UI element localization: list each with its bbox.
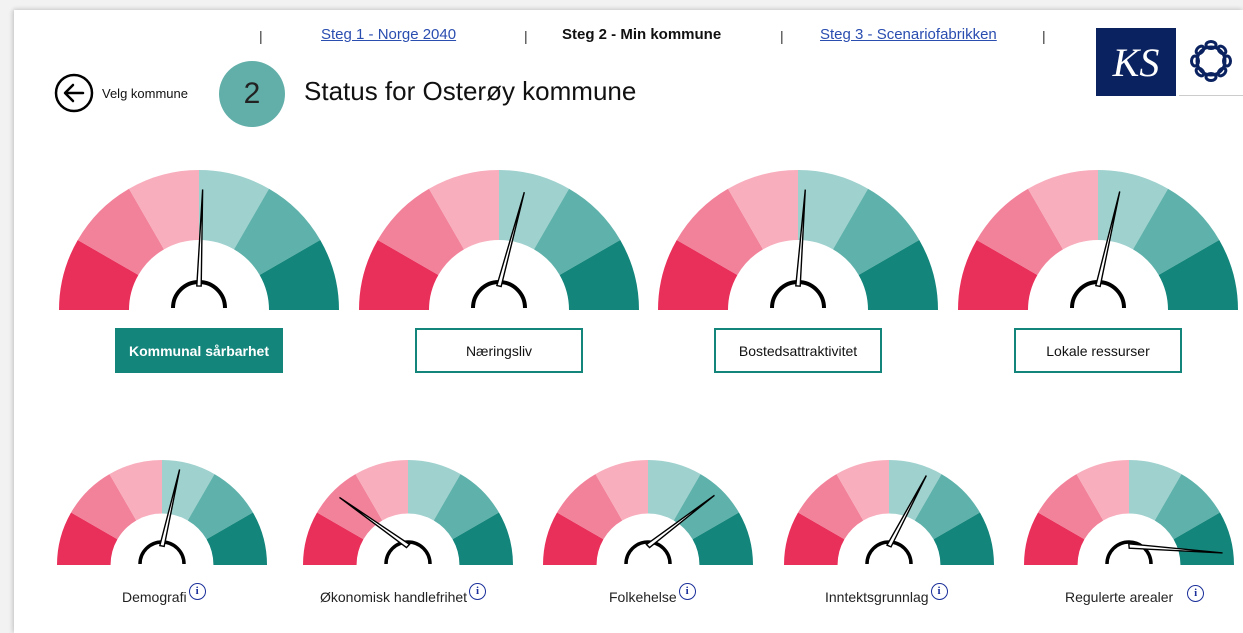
back-label: Velg kommune	[102, 85, 188, 101]
category-button-bostedsattraktivitet[interactable]: Bostedsattraktivitet	[714, 328, 882, 373]
sub-label-folkehelse: Folkehelse i	[609, 583, 696, 605]
step-number-badge: 2	[219, 61, 285, 127]
sub-label-text: Demografi	[122, 589, 187, 605]
nav-separator: |	[1042, 28, 1046, 44]
sub-label-text: Økonomisk handlefrihet	[320, 589, 468, 605]
gauge-main-3	[958, 170, 1238, 310]
app-frame: | Steg 1 - Norge 2040 | Steg 2 - Min kom…	[14, 10, 1243, 633]
category-button-lokale-ressurser[interactable]: Lokale ressurser	[1014, 328, 1182, 373]
gauge-sub-2	[543, 460, 753, 565]
arrow-left-circle-icon	[54, 73, 94, 113]
nav-step2-current: Steg 2 - Min kommune	[562, 26, 722, 43]
sub-label-okonomisk-handlefrihet: Økonomisk handlefrihet i	[320, 583, 487, 605]
ks-logo-text: KS	[1112, 40, 1160, 85]
page-title: Status for Osterøy kommune	[304, 76, 637, 106]
nav-step1-link[interactable]: Steg 1 - Norge 2040	[321, 26, 456, 43]
gauge-sub-0	[57, 460, 267, 565]
nav-separator: |	[524, 28, 528, 44]
nav-step3-link[interactable]: Steg 3 - Scenariofabrikken	[820, 26, 997, 43]
info-icon[interactable]: i	[188, 583, 206, 600]
info-icon[interactable]: i	[1187, 585, 1205, 602]
gauge-sub-1	[303, 460, 513, 565]
sub-label-inntektsgrunnlag: Inntektsgrunnlag i	[825, 583, 948, 605]
info-icon[interactable]: i	[469, 583, 487, 600]
gauge-main-2	[658, 170, 938, 310]
sub-label-text: Regulerte arealer	[1065, 589, 1174, 605]
category-button-naeringsliv[interactable]: Næringsliv	[415, 328, 583, 373]
chain-ring-logo-icon	[1179, 28, 1243, 96]
info-icon[interactable]: i	[930, 583, 948, 600]
sub-label-text: Folkehelse	[609, 589, 677, 605]
gauge-main-0	[59, 170, 339, 310]
gauge-sub-3	[784, 460, 994, 565]
info-icon[interactable]: i	[678, 583, 696, 600]
sub-label-demografi: Demografi i	[122, 583, 206, 605]
gauge-sub-4	[1024, 460, 1234, 565]
nav-separator: |	[259, 28, 263, 44]
nav-separator: |	[780, 28, 784, 44]
ks-logo: KS	[1096, 28, 1176, 96]
category-button-kommunal-sarbarhet[interactable]: Kommunal sårbarhet	[115, 328, 283, 373]
gauge-main-1	[359, 170, 639, 310]
back-button[interactable]: Velg kommune	[54, 73, 188, 113]
sub-label-text: Inntektsgrunnlag	[825, 589, 929, 605]
sub-label-regulerte-arealer: Regulerte arealer i	[1065, 585, 1205, 605]
